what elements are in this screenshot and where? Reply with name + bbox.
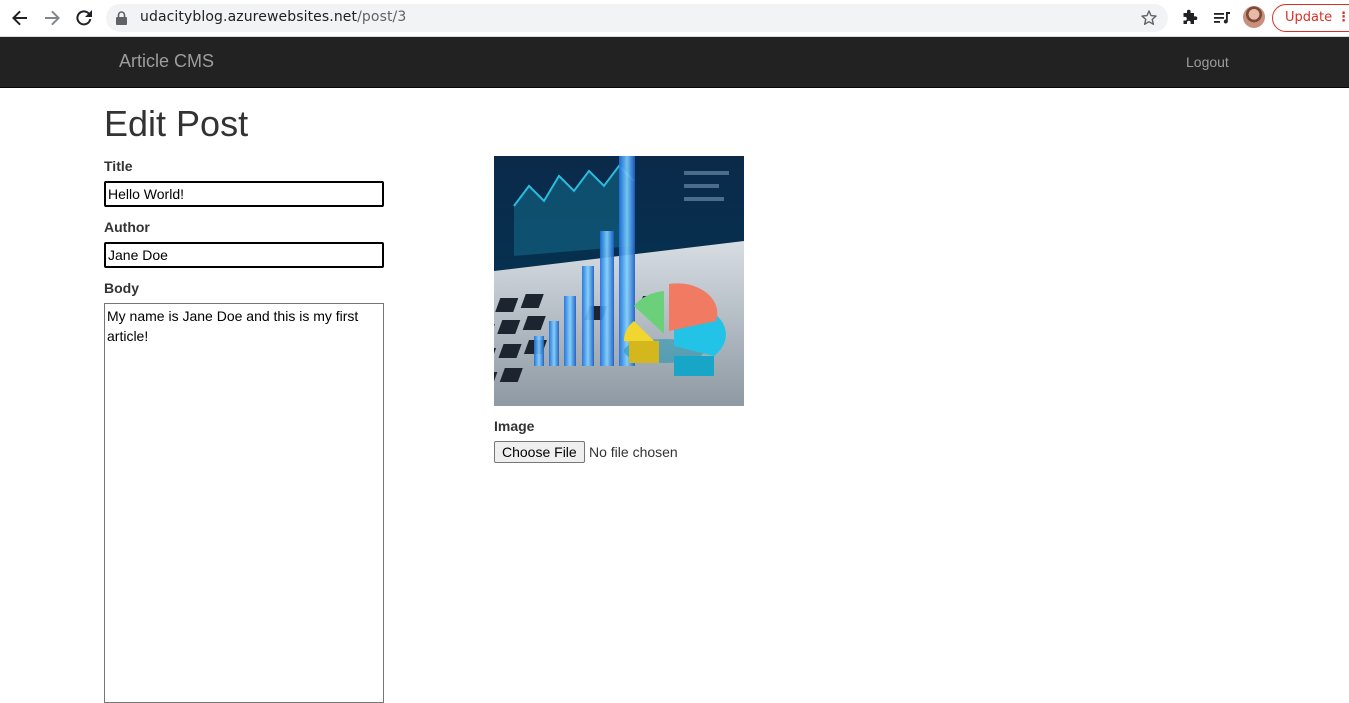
more-icon[interactable]: ⋮ <box>1337 5 1349 31</box>
page-title: Edit Post <box>104 103 249 144</box>
back-icon[interactable] <box>8 6 32 30</box>
address-bar[interactable]: udacityblog.azurewebsites.net/post/3 <box>106 4 1168 32</box>
url-host: udacityblog.azurewebsites.net <box>140 9 358 25</box>
avatar[interactable] <box>1243 6 1265 28</box>
choose-file-button[interactable]: Choose File <box>494 441 585 463</box>
star-icon[interactable] <box>1140 9 1158 32</box>
body-label: Body <box>104 280 139 296</box>
author-input[interactable] <box>104 242 384 268</box>
puzzle-icon[interactable] <box>1178 6 1202 30</box>
media-queue-icon[interactable] <box>1210 6 1234 30</box>
update-label: Update <box>1285 10 1333 25</box>
reload-icon[interactable] <box>72 6 96 30</box>
logout-link[interactable]: Logout <box>1186 54 1229 70</box>
title-label: Title <box>104 158 133 174</box>
image-label: Image <box>494 418 535 434</box>
navbar: Article CMS Logout <box>0 37 1349 88</box>
update-button[interactable]: Update ⋮ <box>1272 4 1349 32</box>
title-input[interactable] <box>104 181 384 207</box>
lock-icon[interactable] <box>116 11 127 30</box>
body-textarea[interactable]: My name is Jane Doe and this is my first… <box>104 303 384 703</box>
post-image <box>494 156 744 406</box>
url-text: udacityblog.azurewebsites.net/post/3 <box>140 9 406 25</box>
file-status: No file chosen <box>589 444 678 460</box>
url-path: /post/3 <box>357 9 407 25</box>
author-label: Author <box>104 219 150 235</box>
forward-icon[interactable] <box>40 6 64 30</box>
browser-toolbar: udacityblog.azurewebsites.net/post/3 Upd… <box>0 0 1349 37</box>
brand-link[interactable]: Article CMS <box>119 51 214 72</box>
